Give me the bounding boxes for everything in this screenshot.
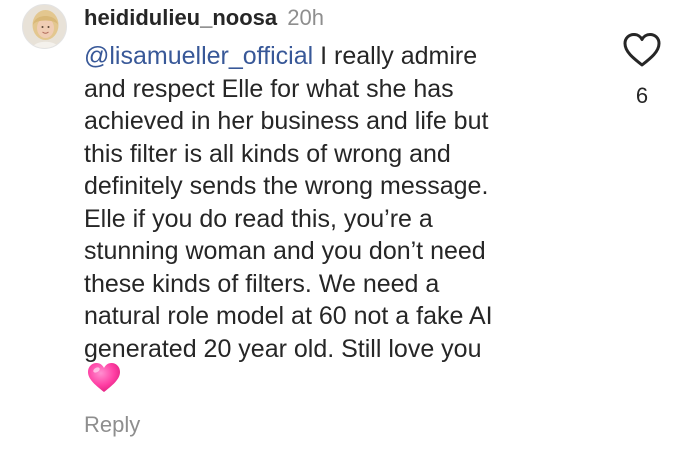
heart-like-icon[interactable] [622,32,662,68]
comment-line: definitely sends the wrong message. [84,172,489,200]
comment-line: stunning woman and you don’t need [84,237,486,265]
comment-line: this filter is all kinds of wrong and [84,139,451,168]
comment-line-text: I really admire [313,42,478,70]
comment-text: @lisamueller_official I really admire an… [84,40,584,365]
like-count: 6 [635,83,649,108]
avatar[interactable] [22,4,67,49]
reply-button[interactable]: Reply [84,410,140,440]
comment-line: these kinds of filters. We need a [84,269,440,298]
pink-heart-emoji-icon [88,363,120,392]
comment-line: @lisamueller_official I really admire [84,40,584,73]
comment-item: heididulieu_noosa 20h @lisamueller_offic… [0,0,700,450]
avatar-photo [23,5,66,48]
comment-line: achieved in her business and life but [84,107,489,135]
comment-line: natural role model at 60 not a fake AI [84,302,493,330]
username-link[interactable]: heididulieu_noosa [84,5,277,30]
comment-line: and respect Elle for what she has [84,74,454,103]
timestamp[interactable]: 20h [287,5,324,30]
comment-line: generated 20 year old. Still love you [84,334,482,363]
comment-header: heididulieu_noosa 20h [84,4,324,32]
mention-link[interactable]: @lisamueller_official [84,42,313,70]
comment-line: Elle if you do read this, you’re a [84,204,433,233]
